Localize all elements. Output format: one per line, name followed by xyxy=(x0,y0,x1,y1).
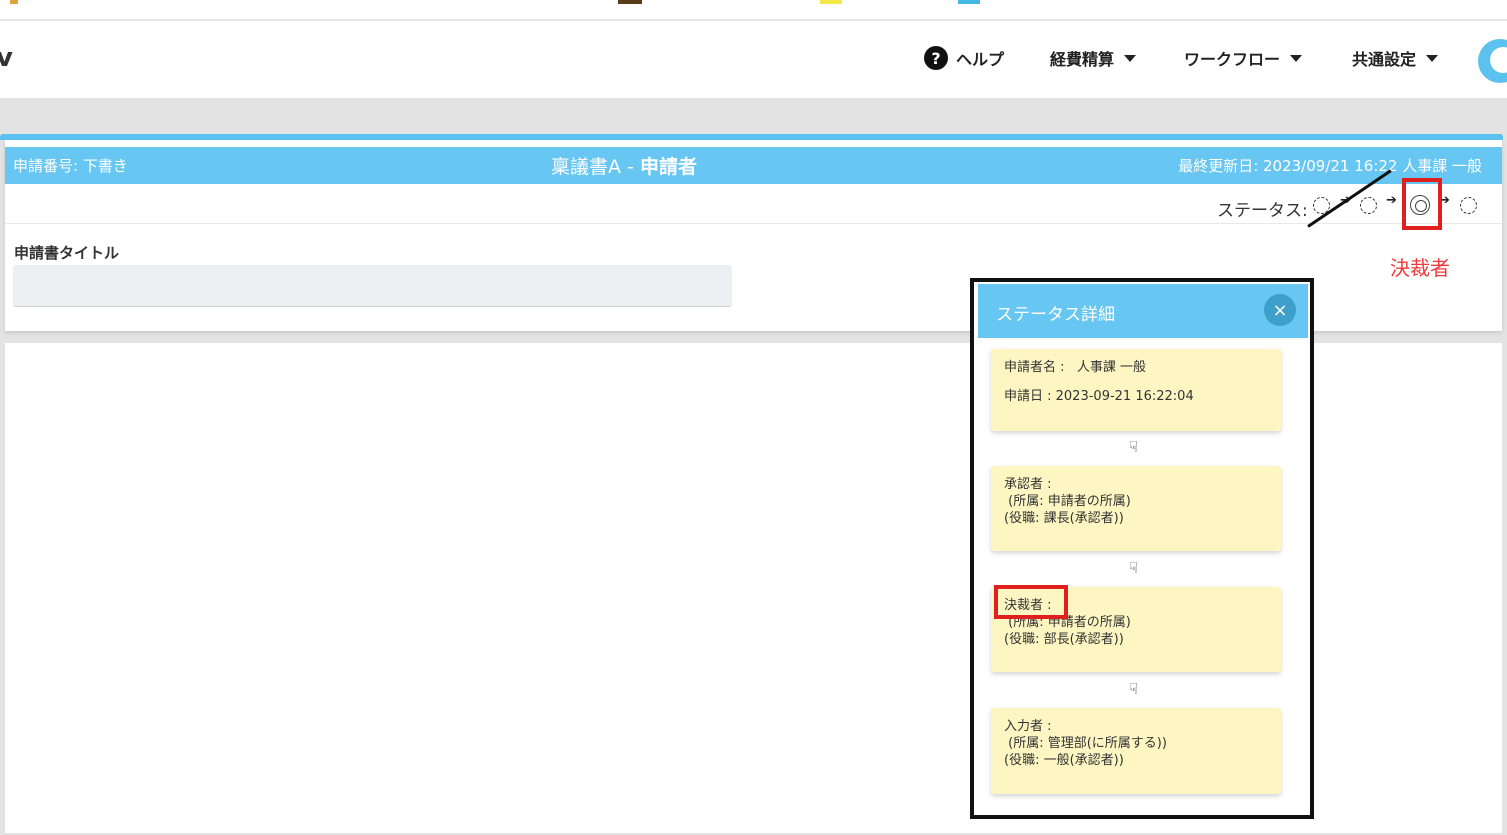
title-input[interactable] xyxy=(13,265,732,307)
step-card-input: 入力者 : (所属: 管理部(に所属する)) (役職: 一般(承認者)) xyxy=(991,708,1281,794)
browser-bookmark-strip xyxy=(0,0,1507,20)
expense-menu-label: 経費精算 xyxy=(1050,50,1115,69)
page-title: 稟議書A - 申請者 xyxy=(551,152,697,179)
step-line: (所属: 申請者の所属) xyxy=(1004,494,1131,509)
modal-title: ステータス詳細 xyxy=(996,305,1115,325)
pointing-down-icon: ☟ xyxy=(1129,680,1139,698)
top-navbar: v ? ヘルプ 経費精算 ワークフロー 共通設定 xyxy=(0,21,1507,98)
chevron-down-icon xyxy=(1124,54,1137,62)
step-card-approver: 承認者 : (所属: 申請者の所属) (役職: 課長(承認者)) xyxy=(991,466,1281,551)
workflow-menu[interactable]: ワークフロー xyxy=(1184,46,1303,70)
status-label: ステータス: xyxy=(1217,201,1308,221)
user-avatar[interactable] xyxy=(1478,39,1507,83)
chevron-down-icon xyxy=(1426,54,1439,62)
role-name: 申請者 xyxy=(639,156,697,178)
chevron-down-icon xyxy=(1290,54,1303,62)
step-line: (所属: 管理部(に所属する)) xyxy=(1004,736,1167,751)
workflow-menu-label: ワークフロー xyxy=(1184,50,1281,69)
step-line: (役職: 課長(承認者)) xyxy=(1004,511,1124,526)
step-card-applicant: 申請者名 : 人事課 一般 申請日 : 2023-09-21 16:22:04 xyxy=(991,349,1281,431)
help-menu[interactable]: ? ヘルプ xyxy=(924,46,1004,70)
highlight-box-decider-status xyxy=(1402,178,1442,230)
form-name: 稟議書A - xyxy=(551,156,640,178)
arrow-right-icon: ➔ xyxy=(1386,193,1397,208)
status-detail-modal: ステータス詳細 × 申請者名 : 人事課 一般 申請日 : 2023-09-21… xyxy=(970,278,1314,819)
last-updated: 最終更新日: 2023/09/21 16:22 人事課 一般 xyxy=(1178,157,1482,175)
expense-menu[interactable]: 経費精算 xyxy=(1050,46,1137,70)
annotation-label: 決裁者 xyxy=(1390,256,1450,280)
pointing-down-icon: ☟ xyxy=(1129,438,1139,456)
highlight-box-decider-label xyxy=(994,585,1068,619)
bookmark-icon[interactable] xyxy=(820,0,842,4)
help-label: ヘルプ xyxy=(956,50,1005,69)
brand-logo[interactable]: v xyxy=(0,43,13,73)
status-step-approver-icon[interactable] xyxy=(1360,197,1377,214)
help-icon: ? xyxy=(924,46,948,70)
status-step-input-icon[interactable] xyxy=(1460,197,1477,214)
request-number: 申請番号: 下書き xyxy=(13,157,128,175)
step-line: 入力者 : xyxy=(1004,719,1052,734)
settings-menu[interactable]: 共通設定 xyxy=(1352,46,1439,70)
bookmark-icon[interactable] xyxy=(958,0,980,4)
title-field-label: 申請書タイトル xyxy=(14,244,120,262)
close-icon[interactable]: × xyxy=(1264,294,1296,326)
request-header: 申請番号: 下書き 稟議書A - 申請者 最終更新日: 2023/09/21 1… xyxy=(5,147,1502,184)
settings-menu-label: 共通設定 xyxy=(1352,50,1417,69)
step-line: (役職: 部長(承認者)) xyxy=(1004,632,1124,647)
status-row: ステータス: ➔ ➔ ➔ xyxy=(5,184,1502,224)
step-line: (役職: 一般(承認者)) xyxy=(1004,753,1124,768)
pointing-down-icon: ☟ xyxy=(1129,559,1139,577)
bookmark-icon[interactable] xyxy=(10,0,18,4)
step-line: 承認者 : xyxy=(1004,477,1052,492)
bookmark-icon[interactable] xyxy=(618,0,642,4)
step-line: 申請日 : 2023-09-21 16:22:04 xyxy=(1004,389,1194,404)
step-line: 申請者名 : 人事課 一般 xyxy=(1004,360,1147,375)
modal-header: ステータス詳細 × xyxy=(978,284,1308,338)
step-line-spacer xyxy=(1004,376,1268,388)
